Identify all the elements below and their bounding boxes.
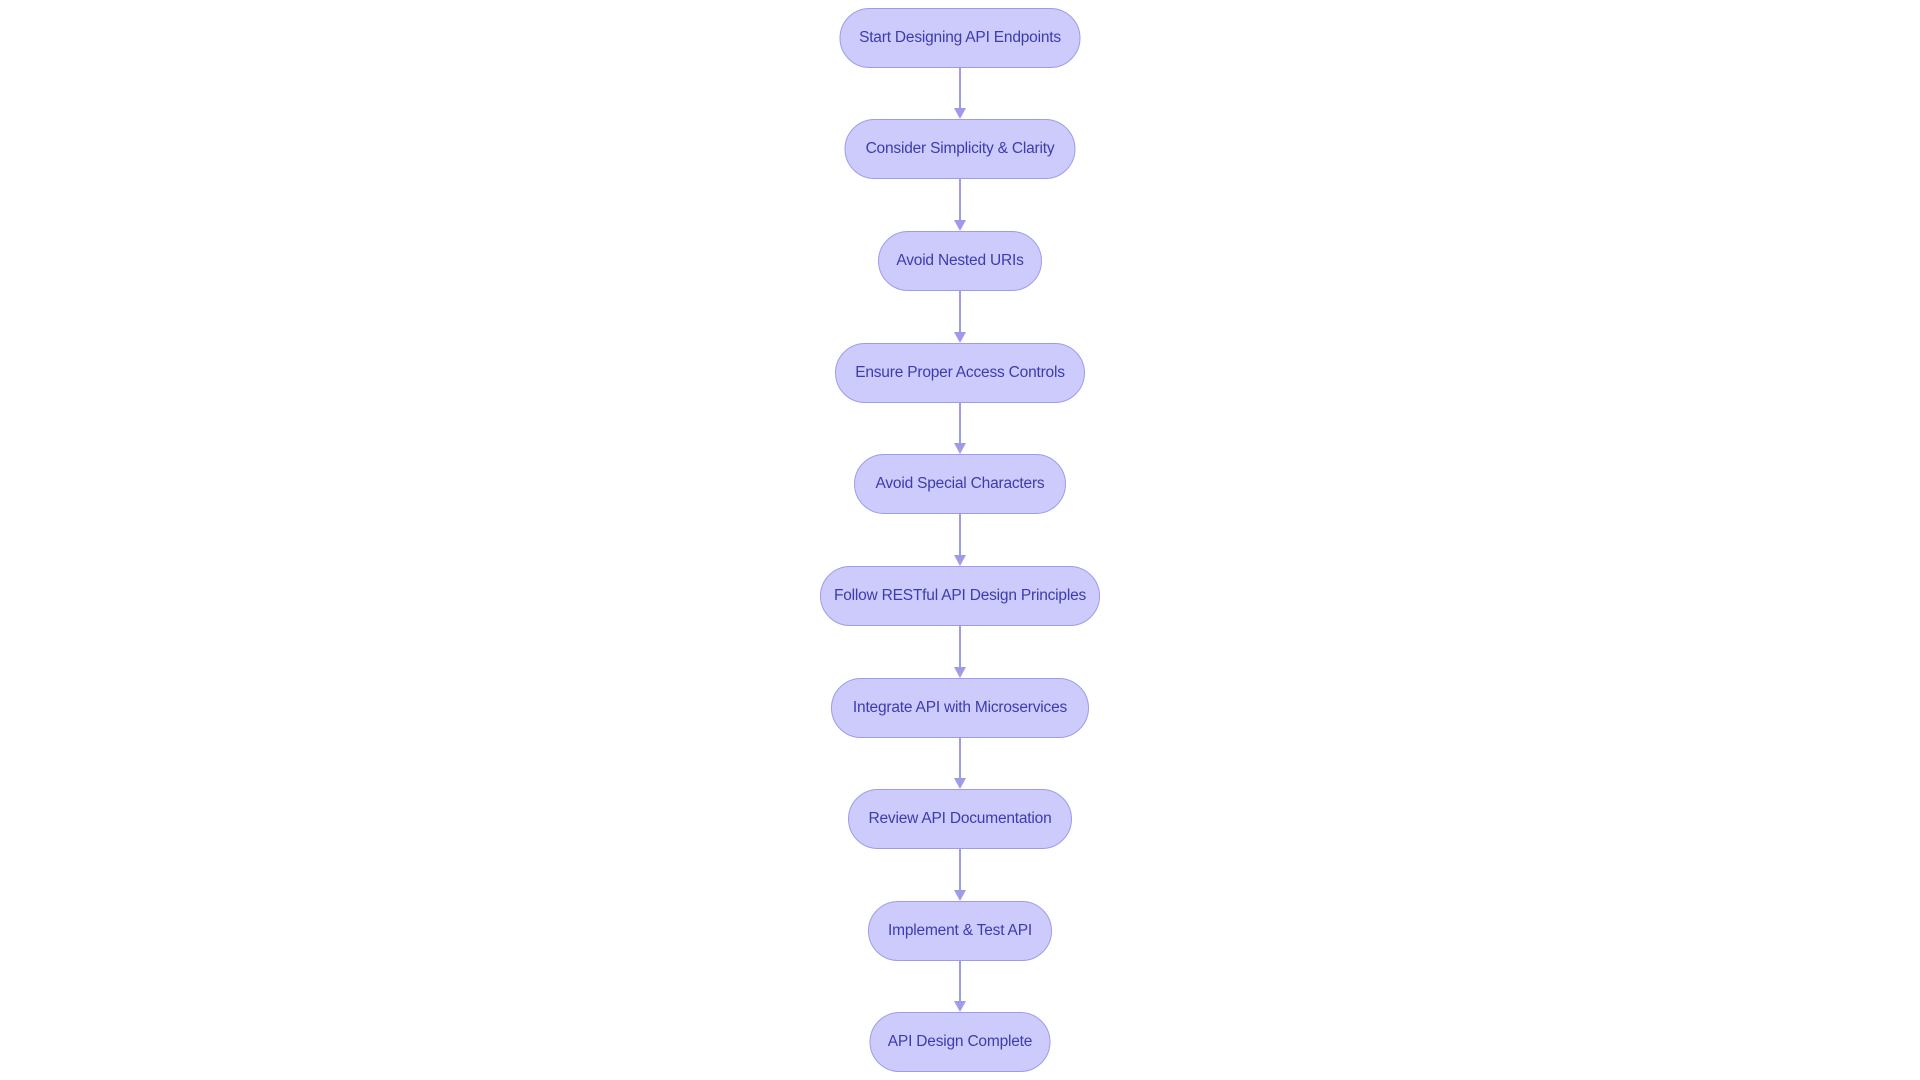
node-label: Ensure Proper Access Controls bbox=[855, 364, 1065, 382]
edge-n8-to-n9 bbox=[954, 849, 966, 901]
node-label: Implement & Test API bbox=[888, 922, 1032, 940]
edge-n7-to-n8 bbox=[954, 738, 966, 789]
node-start-designing-api-endpoints: Start Designing API Endpoints bbox=[839, 8, 1081, 68]
node-label: API Design Complete bbox=[887, 1033, 1033, 1051]
node-follow-restful-api-design-principles: Follow RESTful API Design Principles bbox=[820, 566, 1100, 626]
edge-n1-to-n2 bbox=[954, 68, 966, 119]
edge-n6-to-n7 bbox=[954, 626, 966, 678]
node-avoid-special-characters: Avoid Special Characters bbox=[854, 454, 1066, 514]
node-label: Consider Simplicity & Clarity bbox=[865, 140, 1055, 158]
edge-n3-to-n4 bbox=[954, 291, 966, 343]
arrowhead-icon bbox=[954, 220, 966, 231]
node-label: Follow RESTful API Design Principles bbox=[833, 587, 1087, 605]
node-label: Avoid Nested URIs bbox=[896, 252, 1024, 270]
node-consider-simplicity-clarity: Consider Simplicity & Clarity bbox=[844, 119, 1076, 179]
flowchart-canvas: Start Designing API Endpoints Consider S… bbox=[0, 0, 1920, 1080]
arrowhead-icon bbox=[954, 108, 966, 119]
node-avoid-nested-uris: Avoid Nested URIs bbox=[878, 231, 1042, 291]
edge-n2-to-n3 bbox=[954, 179, 966, 231]
arrowhead-icon bbox=[954, 332, 966, 343]
node-review-api-documentation: Review API Documentation bbox=[848, 789, 1072, 849]
arrowhead-icon bbox=[954, 1001, 966, 1012]
edge-n4-to-n5 bbox=[954, 403, 966, 454]
arrowhead-icon bbox=[954, 778, 966, 789]
node-label: Start Designing API Endpoints bbox=[859, 29, 1061, 47]
edge-n5-to-n6 bbox=[954, 514, 966, 566]
node-ensure-proper-access-controls: Ensure Proper Access Controls bbox=[835, 343, 1085, 403]
node-implement-test-api: Implement & Test API bbox=[868, 901, 1052, 961]
arrowhead-icon bbox=[954, 890, 966, 901]
arrowhead-icon bbox=[954, 555, 966, 566]
node-label: Avoid Special Characters bbox=[875, 475, 1045, 493]
arrowhead-icon bbox=[954, 443, 966, 454]
node-label: Review API Documentation bbox=[868, 810, 1052, 828]
edge-n9-to-n10 bbox=[954, 961, 966, 1012]
node-api-design-complete: API Design Complete bbox=[869, 1012, 1051, 1072]
node-label: Integrate API with Microservices bbox=[852, 699, 1068, 717]
node-integrate-api-with-microservices: Integrate API with Microservices bbox=[831, 678, 1089, 738]
arrowhead-icon bbox=[954, 667, 966, 678]
